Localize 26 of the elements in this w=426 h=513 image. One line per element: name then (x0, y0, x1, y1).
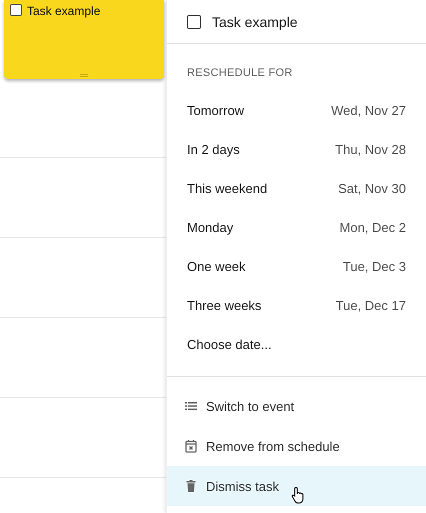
menu-item[interactable]: Choose date... (187, 337, 272, 352)
menu-item[interactable]: Dismiss task (167, 466, 426, 506)
menu-item[interactable]: Monday (187, 220, 234, 235)
menu-item[interactable]: This weekend (187, 181, 268, 196)
date-label: Mon, Dec 2 (340, 220, 406, 235)
checkbox[interactable] (187, 14, 201, 28)
menu-item[interactable]: Remove from schedule (167, 426, 426, 466)
menu-item[interactable]: In 2 days (187, 142, 240, 157)
date-label: Tue, Dec 17 (336, 298, 406, 313)
list-icon (184, 399, 198, 413)
section-title: RESCHEDULE FOR (186, 66, 294, 81)
date-label: Tue, Dec 3 (342, 259, 406, 274)
menu-item[interactable]: Tomorrow (187, 103, 244, 118)
trash-icon (184, 479, 198, 493)
checkbox[interactable] (10, 4, 22, 16)
menu-item[interactable]: Switch to event (167, 386, 426, 426)
task-card[interactable]: Task example (4, 0, 164, 79)
date-label: Sat, Nov 30 (338, 181, 406, 196)
task-title: Task example (27, 4, 100, 18)
calendar-x-icon (184, 439, 198, 453)
resize-handle[interactable] (80, 74, 88, 77)
date-label: Thu, Nov 28 (335, 142, 406, 157)
task-title: Task example (212, 14, 298, 30)
menu-item[interactable]: One week (187, 259, 246, 274)
date-label: Wed, Nov 27 (331, 103, 406, 118)
menu-item[interactable]: Three weeks (187, 298, 262, 313)
